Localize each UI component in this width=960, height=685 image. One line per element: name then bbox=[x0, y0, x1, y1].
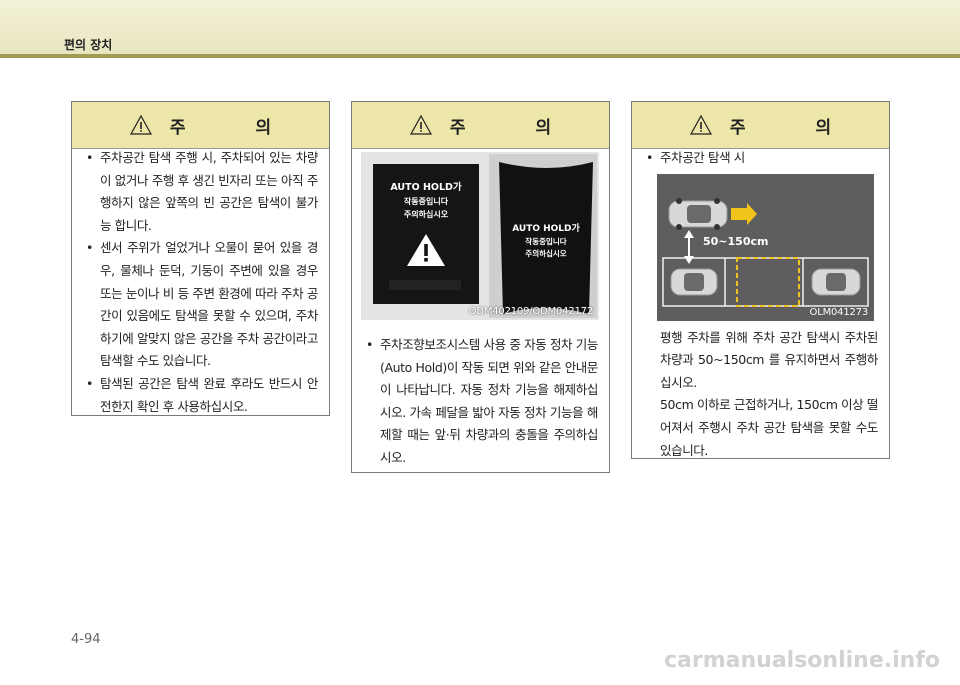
warning-icon bbox=[409, 115, 432, 135]
distance-label: 50~150cm bbox=[703, 235, 768, 248]
header-rule bbox=[0, 54, 960, 58]
screen-right-line-1: AUTO HOLD가 bbox=[512, 222, 580, 234]
caution-heading-text: 주 의 bbox=[169, 117, 304, 138]
caution-list: 주차조향보조시스템 사용 중 자동 정차 기능(Auto Hold)이 작동 되… bbox=[352, 334, 609, 470]
caution-list: 주차공간 탐색 시 bbox=[632, 147, 889, 170]
caution-heading-text: 주 의 bbox=[449, 117, 584, 138]
parking-scan-figure: 50~150cm OLM041273 bbox=[657, 173, 874, 321]
caution-heading: 주 의 bbox=[352, 102, 609, 149]
figure-caption: ODM402109/ODM042172 bbox=[468, 306, 594, 317]
instruction-paragraph: 50cm 이하로 근접하거나, 150cm 이상 떨어져서 주행시 주차 공간 … bbox=[660, 397, 878, 458]
instruction-paragraph: 평행 주차를 위해 주차 공간 탐색시 주차된 차량과 50~150cm 를 유… bbox=[660, 329, 878, 390]
header-band bbox=[0, 0, 960, 54]
car-icon bbox=[811, 268, 861, 296]
screen-left-line-2: 작동중입니다 bbox=[404, 196, 449, 206]
parking-instructions: 평행 주차를 위해 주차 공간 탐색시 주차된 차량과 50~150cm 를 유… bbox=[632, 321, 889, 463]
screen-right-line-3: 주의하십시오 bbox=[525, 248, 566, 258]
caution-item: 주차공간 탐색 시 bbox=[646, 147, 878, 170]
watermark: carmanualsonline.info bbox=[664, 648, 940, 673]
section-title: 편의 장치 bbox=[64, 38, 113, 52]
auto-hold-figure: AUTO HOLD가 작동중입니다 주의하십시오 AUTO HOLD가 작동중입… bbox=[361, 152, 599, 320]
caution-item: 주차조향보조시스템 사용 중 자동 정차 기능(Auto Hold)이 작동 되… bbox=[366, 334, 598, 470]
car-icon bbox=[668, 197, 728, 230]
parking-scan-diagram: 50~150cm bbox=[657, 173, 874, 321]
warning-icon bbox=[689, 115, 712, 135]
screen-left-line-3: 주의하십시오 bbox=[404, 209, 449, 219]
caution-box-2: 주 의 AUTO HOLD가 작동중입니다 주의하십시오 AUTO HOLD가 … bbox=[351, 101, 610, 473]
caution-heading: 주 의 bbox=[632, 102, 889, 149]
car-icon bbox=[670, 268, 718, 296]
caution-item: 탐색된 공간은 탐색 완료 후라도 반드시 안전한지 확인 후 사용하십시오. bbox=[86, 373, 318, 418]
page-number: 4-94 bbox=[71, 632, 101, 647]
caution-heading: 주 의 bbox=[72, 102, 329, 149]
caution-item: 주차공간 탐색 주행 시, 주차되어 있는 차량이 없거나 주행 후 생긴 빈자… bbox=[86, 147, 318, 237]
screen-right-line-2: 작동중입니다 bbox=[525, 236, 566, 246]
caution-item: 센서 주위가 얼었거나 오물이 묻어 있을 경우, 물체나 둔덕, 기둥이 주변… bbox=[86, 237, 318, 373]
figure-caption: OLM041273 bbox=[809, 306, 869, 318]
caution-heading-text: 주 의 bbox=[729, 117, 864, 138]
auto-hold-screens: AUTO HOLD가 작동중입니다 주의하십시오 AUTO HOLD가 작동중입… bbox=[361, 152, 599, 320]
screen-left-line-1: AUTO HOLD가 bbox=[390, 181, 462, 193]
caution-box-1: 주 의 주차공간 탐색 주행 시, 주차되어 있는 차량이 없거나 주행 후 생… bbox=[71, 101, 330, 416]
caution-box-3: 주 의 주차공간 탐색 시 50~150cm bbox=[631, 101, 890, 459]
caution-list: 주차공간 탐색 주행 시, 주차되어 있는 차량이 없거나 주행 후 생긴 빈자… bbox=[72, 147, 329, 418]
warning-icon bbox=[129, 115, 152, 135]
